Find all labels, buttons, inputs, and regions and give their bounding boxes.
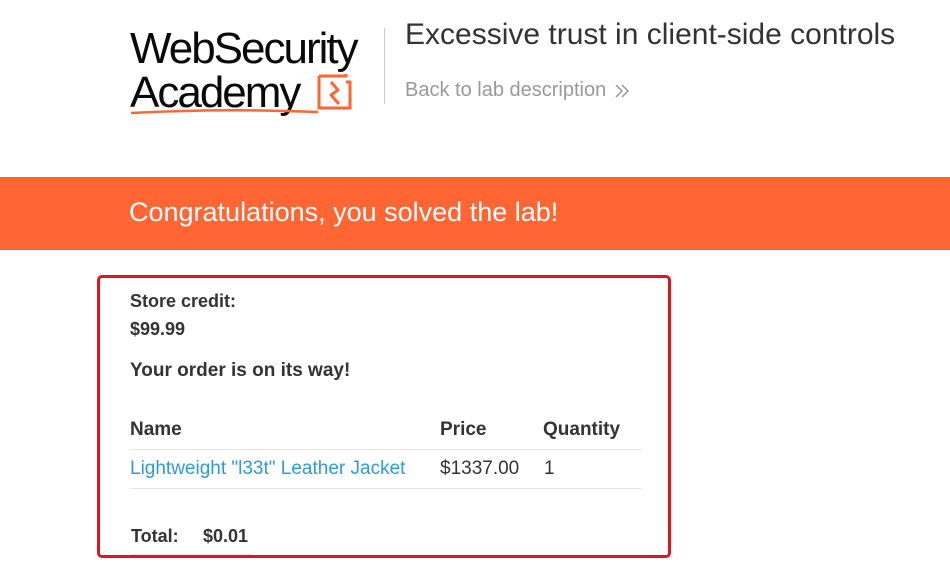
total-value: $0.01	[203, 526, 249, 546]
product-price: $1337.00	[440, 458, 520, 479]
order-confirmation-message: Your order is on its way!	[130, 360, 351, 381]
product-link[interactable]: Lightweight "l33t" Leather Jacket	[130, 458, 405, 480]
table-row-divider	[130, 449, 642, 450]
order-highlight-box	[97, 275, 671, 558]
lab-title: Excessive trust in client-side controls	[405, 18, 896, 51]
table-row-divider	[130, 488, 642, 489]
chevron-double-right-icon	[615, 83, 630, 98]
total-label: Total:	[131, 526, 179, 546]
lab-solved-banner: Congratulations, you solved the lab!	[0, 177, 950, 250]
logo-swoosh	[130, 108, 319, 115]
column-header-price: Price	[440, 419, 487, 440]
product-quantity: 1	[544, 458, 555, 479]
header-divider	[384, 28, 385, 104]
banner-message: Congratulations, you solved the lab!	[129, 197, 559, 227]
column-header-quantity: Quantity	[543, 419, 621, 440]
academy-flash-icon	[317, 74, 352, 110]
back-to-lab-description-link[interactable]: Back to lab description	[405, 79, 630, 102]
logo-text-line1: WebSecurity	[130, 24, 359, 73]
store-credit-value: $99.99	[130, 319, 186, 339]
store-credit-label: Store credit:	[130, 291, 237, 311]
column-header-name: Name	[130, 419, 182, 440]
web-security-academy-logo[interactable]: WebSecurity Academy	[130, 20, 380, 120]
back-link-label: Back to lab description	[405, 79, 607, 101]
total-divider	[130, 554, 252, 555]
